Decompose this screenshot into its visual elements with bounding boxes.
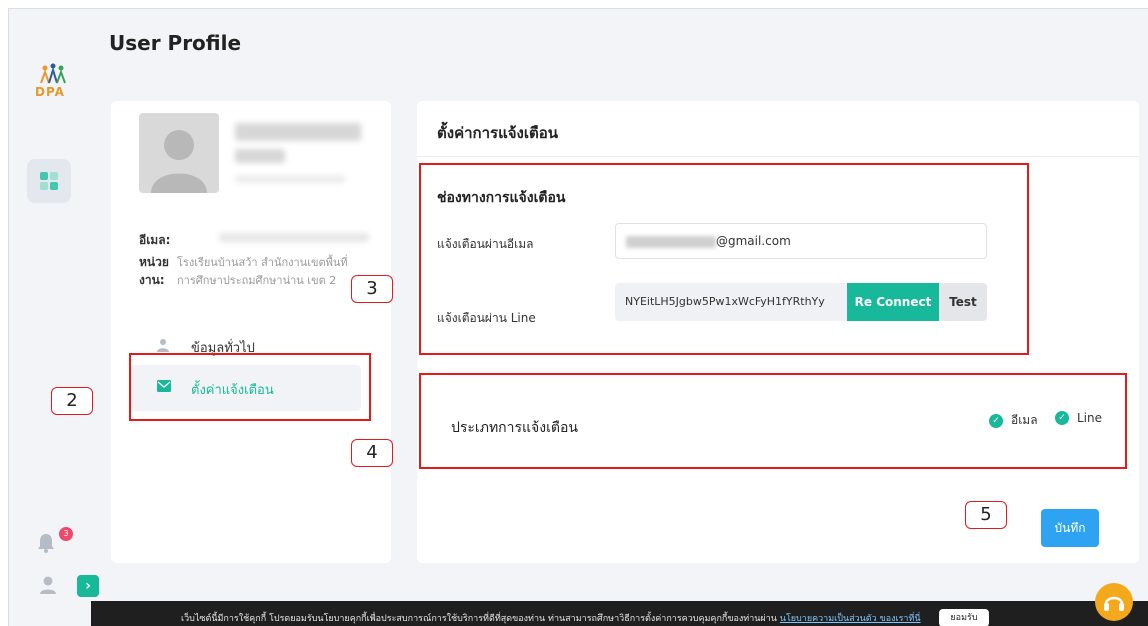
save-button[interactable]: บันทึก xyxy=(1041,509,1099,547)
grid-icon-cell xyxy=(50,172,58,180)
left-rail: DPA 3 › xyxy=(9,9,99,626)
redacted-name-2 xyxy=(235,149,285,163)
card-header: ตั้งค่าการแจ้งเตือน xyxy=(417,101,1139,157)
headset-icon xyxy=(1104,596,1124,611)
callout-2: 2 xyxy=(51,387,93,415)
chevron-right-icon: › xyxy=(85,578,91,594)
avatar xyxy=(139,113,219,193)
page-title: User Profile xyxy=(109,31,242,55)
unit-label-1: หน่วย xyxy=(139,255,169,269)
unit-label-2: งาน: xyxy=(139,273,165,287)
expand-sidebar-button[interactable]: › xyxy=(77,575,99,597)
dpa-logo[interactable]: DPA xyxy=(31,59,75,103)
privacy-policy-link[interactable]: นโยบายความเป็นส่วนตัว ของเราที่นี่ xyxy=(780,614,921,624)
callout-4: 4 xyxy=(351,439,393,467)
support-chat-button[interactable] xyxy=(1095,583,1133,621)
avatar-placeholder-icon xyxy=(151,130,207,193)
unit-value-2: การศึกษาประถมศึกษาน่าน เขต 2 xyxy=(177,274,337,287)
unit-value-1: โรงเรียนบ้านสว้า สำนักงานเขตพื้นที่ xyxy=(177,256,348,269)
cookie-text: เว็บไซต์นี้มีการใช้คุกกี้ โปรดยอมรับนโยบ… xyxy=(181,611,921,625)
user-icon xyxy=(157,339,169,352)
cookie-banner: เว็บไซต์นี้มีการใช้คุกกี้ โปรดยอมรับนโยบ… xyxy=(91,601,1148,626)
app-frame: DPA 3 › User Profile อีเมล: หน่วย โรงเรี… xyxy=(8,8,1148,626)
grid-icon xyxy=(40,172,48,180)
annotation-box-types xyxy=(419,373,1127,469)
callout-5: 5 xyxy=(965,501,1007,529)
redacted-name xyxy=(235,123,361,141)
cookie-accept-button[interactable]: ยอมรับ xyxy=(939,609,989,626)
card-title: ตั้งค่าการแจ้งเตือน xyxy=(437,124,558,142)
logo-people-icon xyxy=(40,63,66,84)
email-label: อีเมล: xyxy=(139,233,171,247)
annotation-box-nav xyxy=(129,353,371,421)
annotation-box-channels xyxy=(419,163,1029,355)
dashboard-menu-button[interactable] xyxy=(27,159,71,203)
redacted-subtitle xyxy=(235,175,345,183)
grid-icon-cell xyxy=(50,182,58,190)
grid-icon-cell xyxy=(40,182,48,190)
redacted-email xyxy=(219,233,369,242)
cookie-message: เว็บไซต์นี้มีการใช้คุกกี้ โปรดยอมรับนโยบ… xyxy=(181,614,777,624)
logo-text: DPA xyxy=(35,85,65,99)
callout-3: 3 xyxy=(351,275,393,303)
notification-badge: 3 xyxy=(59,527,73,541)
bell-icon[interactable] xyxy=(37,533,55,553)
user-icon[interactable] xyxy=(39,575,57,595)
profile-card: อีเมล: หน่วย โรงเรียนบ้านสว้า สำนักงานเข… xyxy=(111,101,391,563)
